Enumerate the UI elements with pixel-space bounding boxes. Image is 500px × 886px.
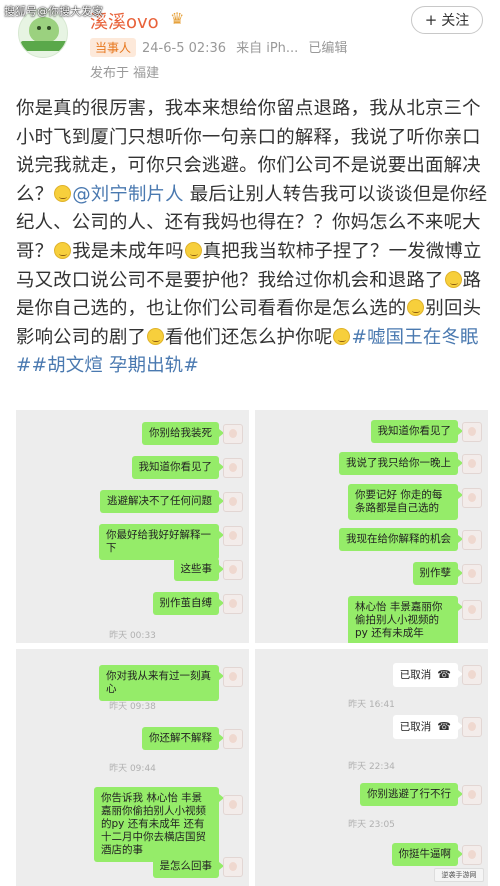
chat-image-1[interactable]: 你别给我装死 我知道你看见了 逃避解决不了任何问题 你最好给我好好解释一下 这些… [16,410,249,643]
chat-message: 是怎么回事 [152,855,224,878]
crown-icon: ♛ [170,9,185,28]
chat-message: 逃避解决不了任何问题 [100,490,224,513]
chat-timestamp: 昨天 22:34 [348,762,395,772]
chat-timestamp: 昨天 00:33 [109,631,156,641]
smile-emoji-icon [333,327,351,345]
watermark-text: 搜狐号@你搜大发家 [4,5,103,18]
plus-icon: + [424,11,438,29]
chat-message: 我知道你看见了 [131,456,224,479]
chat-image-3[interactable]: 你对我从来有过一刻真心 昨天 09:38 你还解不解释 昨天 09:44 你告诉… [16,649,249,886]
laugh-emoji-icon [54,241,72,259]
chat-avatar [462,488,482,508]
chat-avatar [223,795,243,815]
chat-avatar [223,594,243,614]
chat-avatar [462,665,482,685]
avatar-tag [21,41,67,51]
chat-message: 你别逃避了行不行 [360,783,463,806]
chat-message: 你对我从来有过一刻真心 [99,665,224,701]
chat-message: 你最好给我好好解释一下 [99,524,224,560]
chat-avatar [223,492,243,512]
chat-message: 已取消 ☎ [392,663,464,687]
chat-avatar [462,422,482,442]
smile-emoji-icon [147,327,165,345]
chat-message: 林心怡 丰景嘉丽你偷拍别人小视频的py 还有未成年 [348,596,463,643]
chat-message: 我现在给你解释的机会 [339,528,463,551]
smile-emoji-icon [444,270,462,288]
follow-button[interactable]: + 关注 [411,6,483,34]
laugh-emoji-icon [184,241,202,259]
chat-avatar [462,564,482,584]
call-status: 已取消 [399,669,432,681]
chat-message: 我知道你看见了 [370,420,463,443]
chat-avatar [462,454,482,474]
chat-timestamp: 昨天 23:05 [348,820,395,830]
chat-message: 别作孽 [412,562,463,585]
follow-label: 关注 [441,13,470,29]
chat-timestamp: 昨天 09:44 [109,764,156,774]
avatar-face-icon [29,17,59,43]
chat-avatar [462,845,482,865]
smile-emoji-icon [407,299,425,317]
chat-message: 你还解不解释 [142,727,224,750]
chat-image-4[interactable]: 已取消 ☎ 昨天 16:41 已取消 ☎ 昨天 22:34 你别逃避了行不行 昨天 … [255,649,488,886]
chat-avatar [223,458,243,478]
site-logo: 逆袭手游网 [434,868,484,882]
chat-avatar [223,729,243,749]
chat-timestamp: 昨天 16:41 [348,700,395,710]
chat-avatar [462,785,482,805]
smile-emoji-icon [54,184,72,202]
call-status: 已取消 [399,721,432,733]
post-text-3: 我是未成年吗 [72,240,184,262]
phone-icon: ☎ [437,720,451,733]
role-badge: 当事人 [90,38,137,57]
phone-icon: ☎ [437,668,451,681]
chat-avatar [223,667,243,687]
chat-message: 你别给我装死 [142,422,224,445]
chat-message: 你要记好 你走的每条路都是自己选的 [348,484,463,520]
chat-message: 我说了我只给你一晚上 [339,452,463,475]
chat-avatar [462,717,482,737]
chat-timestamp: 昨天 09:38 [109,702,156,712]
chat-avatar [462,530,482,550]
chat-image-2[interactable]: 我知道你看见了 我说了我只给你一晚上 你要记好 你走的每条路都是自己选的 我现在… [255,410,488,643]
chat-message: 你挺牛逼啊 [391,843,463,866]
chat-message: 你告诉我 林心怡 丰景嘉丽你偷拍别人小视频的py 还有未成年 还有十二月中你去横… [94,787,224,862]
chat-message: 别作茧自缚 [152,592,224,615]
post-location: 发布于 福建 [90,66,160,81]
post-meta: 当事人 24-6-5 02:36 来自 iPh... 已编辑 [90,37,347,57]
post-source: 来自 iPh... [236,41,299,56]
chat-avatar [223,424,243,444]
chat-message: 这些事 [173,558,224,581]
chat-avatar [223,857,243,877]
chat-avatar [462,600,482,620]
mention-link[interactable]: @刘宁制片人 [72,184,184,205]
chat-screenshot-grid: 你别给我装死 我知道你看见了 逃避解决不了任何问题 你最好给我好好解释一下 这些… [16,410,488,886]
chat-avatar [223,560,243,580]
chat-message: 已取消 ☎ [392,715,464,739]
edited-label[interactable]: 已编辑 [308,41,347,56]
post-body: 你是真的很厉害，我本来想给你留点退路，我从北京三个小时飞到厦门只想听你一句亲口的… [16,95,488,381]
chat-avatar [223,526,243,546]
post-text-7: 看他们还怎么护你呢 [165,326,333,348]
post-timestamp: 24-6-5 02:36 [142,41,227,56]
